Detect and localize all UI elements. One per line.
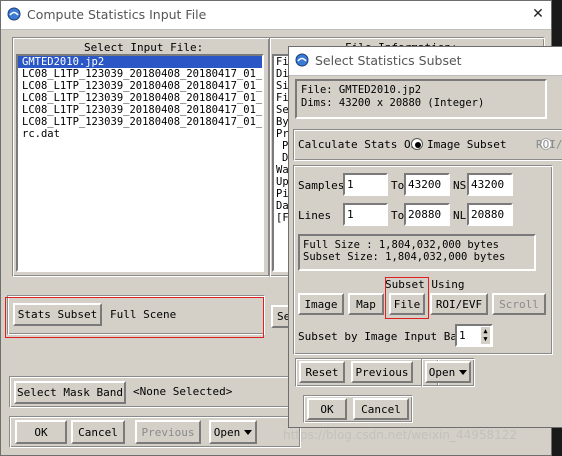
main-ok-button[interactable]: OK (15, 420, 67, 444)
subset-open-button[interactable]: Open (425, 361, 471, 383)
main-titlebar[interactable]: Compute Statistics Input File ✕ (1, 1, 551, 30)
subset-image-button[interactable]: Image (298, 293, 344, 315)
band-value: 1 (459, 329, 466, 342)
subset-size-line: Subset Size: 1,804,032,000 bytes (303, 251, 506, 263)
subset-titlebar[interactable]: Select Statistics Subset (289, 47, 562, 76)
samples-label: Samples (298, 179, 345, 192)
subset-cancel-button[interactable]: Cancel (353, 398, 409, 420)
nl-label: NL (453, 209, 467, 222)
main-close-icon[interactable]: ✕ (529, 5, 547, 23)
envi-app-icon (7, 7, 21, 21)
band-spinner-icon[interactable]: ▲ ▼ (481, 327, 490, 344)
lines-label: Lines (298, 209, 332, 222)
list-item[interactable]: LC08_L1TP_123039_20180408_20180417_01_T1 (18, 104, 262, 116)
lines-to-label: To (391, 209, 405, 222)
lines-to-field[interactable]: 20880 (404, 203, 450, 226)
size-info-box: Full Size : 1,804,032,000 bytes Subset S… (298, 234, 536, 271)
stats-subset-highlight (5, 297, 264, 338)
subset-ok-button[interactable]: OK (307, 398, 347, 420)
list-item[interactable]: LC08_L1TP_123039_20180408_20180417_01_T1 (18, 92, 262, 104)
calc-stats-label: Calculate Stats On (298, 138, 418, 151)
file-name-line: File: GMTED2010.jp2 (301, 84, 422, 96)
ns-label: NS (453, 179, 467, 192)
mask-band-value: <None Selected> (133, 385, 233, 398)
full-size-line: Full Size : 1,804,032,000 bytes (303, 239, 499, 251)
watermark-text: https://blog.csdn.net/weixin_44958122 (283, 428, 518, 442)
subset-roi-evf-button[interactable]: ROI/EVF (430, 293, 488, 315)
nl-field[interactable]: 20880 (467, 203, 513, 226)
image-subset-label: Image Subset (427, 138, 507, 151)
subset-map-button[interactable]: Map (348, 293, 384, 315)
list-item[interactable]: GMTED2010.jp2 (18, 56, 262, 68)
main-previous-button[interactable]: Previous (135, 420, 201, 444)
main-cancel-button[interactable]: Cancel (71, 420, 125, 444)
select-mask-band-button[interactable]: Select Mask Band (14, 381, 126, 404)
main-open-label: Open (213, 425, 241, 439)
envi-app-icon (295, 53, 309, 67)
dims-line: Dims: 43200 x 20880 (Integer) (301, 97, 485, 109)
select-input-heading: Select Input File: (84, 41, 204, 54)
list-item[interactable]: rc.dat (18, 128, 262, 140)
subset-open-label: Open (428, 365, 456, 379)
lines-from-field[interactable]: 1 (343, 203, 388, 226)
main-open-button[interactable]: Open (209, 420, 257, 444)
subset-by-band-label: Subset by Image Input Band (298, 330, 471, 343)
subset-reset-button[interactable]: Reset (299, 361, 345, 383)
input-file-list[interactable]: GMTED2010.jp2 LC08_L1TP_123039_20180408_… (16, 54, 264, 272)
file-button-highlight (385, 277, 429, 319)
roi-label: ROI/E (536, 138, 562, 151)
band-field[interactable]: 1 ▲ ▼ (455, 324, 493, 347)
subset-scroll-button[interactable]: Scroll (492, 293, 546, 315)
image-subset-radio[interactable] (411, 138, 423, 150)
select-statistics-subset-dialog: Select Statistics Subset File: GMTED2010… (288, 46, 562, 428)
ns-field[interactable]: 43200 (467, 173, 513, 196)
samples-to-field[interactable]: 43200 (404, 173, 450, 196)
main-window-title: Compute Statistics Input File (27, 7, 207, 22)
subset-file-info: File: GMTED2010.jp2 Dims: 43200 x 20880 … (295, 79, 547, 119)
list-item[interactable]: LC08_L1TP_123039_20180408_20180417_01_T1 (18, 116, 262, 128)
chevron-down-icon (459, 369, 468, 375)
list-item[interactable]: LC08_L1TP_123039_20180408_20180417_01_T1 (18, 68, 262, 80)
subset-dialog-title: Select Statistics Subset (315, 53, 462, 68)
subset-previous-button[interactable]: Previous (351, 361, 413, 383)
chevron-down-icon (244, 429, 253, 435)
samples-to-label: To (391, 179, 405, 192)
list-item[interactable]: LC08_L1TP_123039_20180408_20180417_01_T1 (18, 80, 262, 92)
samples-from-field[interactable]: 1 (343, 173, 388, 196)
